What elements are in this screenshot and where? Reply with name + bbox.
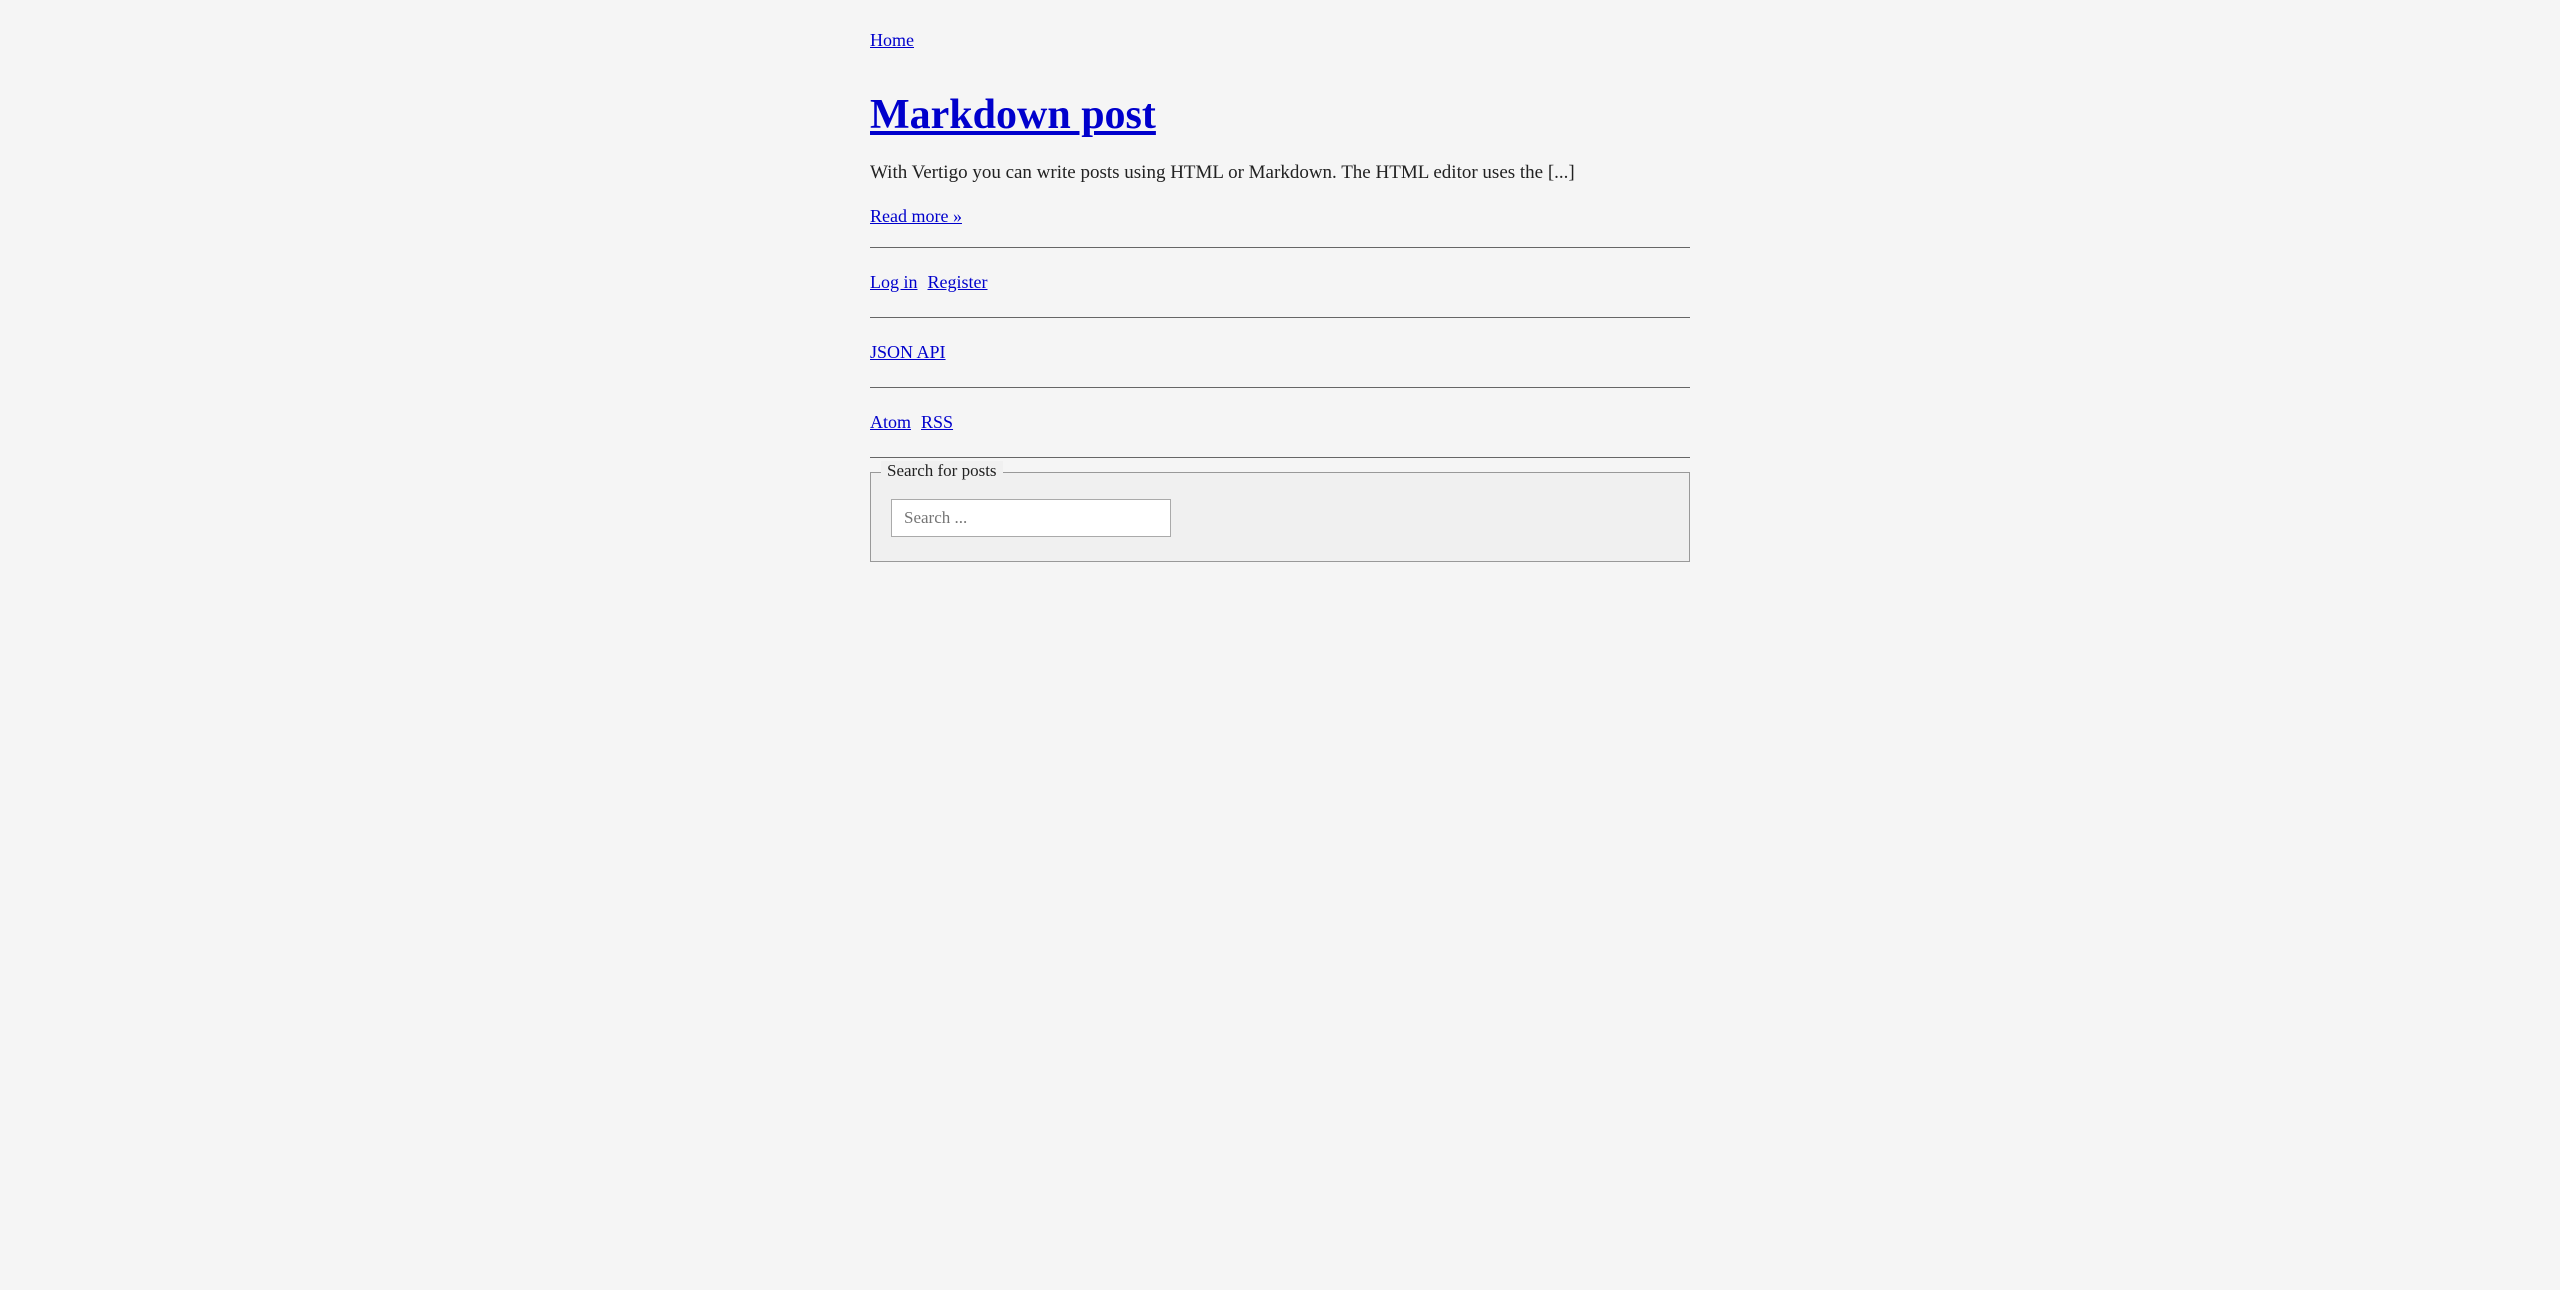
divider-4 (870, 457, 1690, 458)
login-link[interactable]: Log in (870, 272, 918, 292)
post-excerpt: With Vertigo you can write posts using H… (870, 159, 1690, 188)
divider-2 (870, 317, 1690, 318)
read-more-link[interactable]: Read more » (870, 206, 1690, 227)
search-section: Search for posts (870, 472, 1690, 562)
feed-nav: Atom RSS (870, 402, 1690, 443)
search-input[interactable] (891, 499, 1171, 537)
home-link[interactable]: Home (870, 30, 914, 50)
divider-1 (870, 247, 1690, 248)
api-nav: JSON API (870, 332, 1690, 373)
rss-link[interactable]: RSS (921, 412, 953, 432)
divider-3 (870, 387, 1690, 388)
json-api-link[interactable]: JSON API (870, 342, 946, 362)
search-legend: Search for posts (881, 461, 1003, 481)
post-title-link[interactable]: Markdown post (870, 91, 1690, 139)
atom-link[interactable]: Atom (870, 412, 911, 432)
register-link[interactable]: Register (928, 272, 988, 292)
auth-nav: Log in Register (870, 262, 1690, 303)
page-container: Home Markdown post With Vertigo you can … (830, 30, 1730, 562)
breadcrumb: Home (870, 30, 1690, 51)
